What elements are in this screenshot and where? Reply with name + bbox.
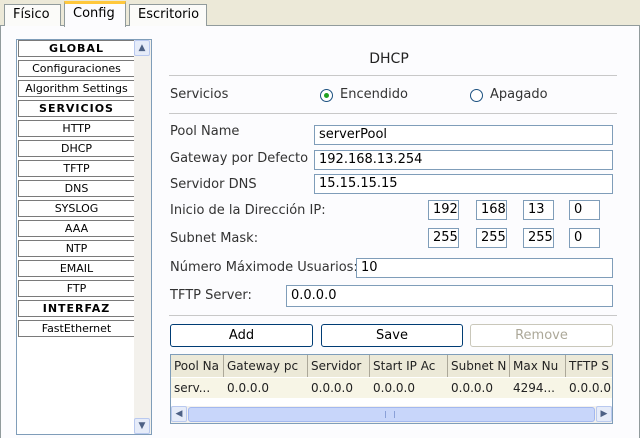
nav-item-aaa[interactable]: AAA [18,220,135,237]
nav-item-fastethernet[interactable]: FastEthernet [18,320,135,337]
column-header-gateway[interactable]: Gateway pc [224,355,308,377]
table-row[interactable]: serv... 0.0.0.0 0.0.0.0 0.0.0.0 0.0.0.0 … [171,378,612,398]
remove-button[interactable]: Remove [470,324,613,347]
pool-name-input[interactable]: serverPool [314,125,613,145]
page-title: DHCP [369,51,409,67]
nav-item-email[interactable]: EMAIL [18,260,135,277]
nav-item-configuraciones[interactable]: Configuraciones [18,60,135,77]
tftp-server-input[interactable]: 0.0.0.0 [286,285,613,307]
tab-strip: Físico Config Escritorio [0,0,640,27]
start-ip-octet-1[interactable]: 192 [428,200,459,220]
start-ip-octet-3[interactable]: 13 [523,200,554,220]
save-button[interactable]: Save [321,324,463,347]
column-header-tftp[interactable]: TFTP S [566,355,612,377]
scroll-left-icon[interactable]: ◀ [171,406,187,422]
mask-octet-4[interactable]: 0 [569,228,600,248]
nav-vertical-scrollbar[interactable]: ▲ ▼ [134,40,151,434]
add-button[interactable]: Add [170,324,313,347]
tab-fisico[interactable]: Físico [4,4,61,26]
radio-apagado-label[interactable]: Apagado [490,87,548,102]
table-header: Pool Na Gateway pc Servidor Start IP Ac … [171,355,612,377]
table-cell: 0.0.0.0 [311,381,353,395]
nav-item-ftp[interactable]: FTP [18,280,135,297]
nav-item-ntp[interactable]: NTP [18,240,135,257]
table-cell: 0.0.0.0 [451,381,493,395]
column-header-servidor[interactable]: Servidor [308,355,370,377]
start-ip-octet-4[interactable]: 0 [569,200,600,220]
nav-item-dns[interactable]: DNS [18,180,135,197]
column-header-max-users[interactable]: Max Nu [510,355,566,377]
max-users-input[interactable]: 10 [356,258,613,278]
nav-item-http[interactable]: HTTP [18,120,135,137]
mask-octet-1[interactable]: 255 [428,228,459,248]
radio-apagado[interactable] [470,89,483,102]
nav-header-servicios: SERVICIOS [18,100,135,117]
grip-icon [385,411,395,418]
nav-header-global: GLOBAL [18,40,135,57]
tftp-server-label: TFTP Server: [170,288,252,303]
pool-name-label: Pool Name [170,124,240,139]
nav-item-dhcp[interactable]: DHCP [18,140,135,157]
gateway-label: Gateway por Defecto [170,151,309,166]
divider [169,75,617,76]
nav-item-tftp[interactable]: TFTP [18,160,135,177]
radio-selected-dot [324,93,329,98]
table-horizontal-scrollbar[interactable]: ◀ ▶ [171,406,612,423]
nav-item-syslog[interactable]: SYSLOG [18,200,135,217]
table-cell: 0.0.0.0 [569,381,611,395]
divider [169,315,617,316]
table-cell: 0.0.0.0 [373,381,415,395]
table-cell: serv... [174,381,211,395]
dhcp-pool-table: Pool Na Gateway pc Servidor Start IP Ac … [170,354,613,424]
radio-encendido[interactable] [320,89,333,102]
nav-header-interfaz: INTERFAZ [18,300,135,317]
dns-input[interactable]: 15.15.15.15 [314,174,613,194]
tab-label: Físico [13,7,50,22]
dns-label: Servidor DNS [170,177,257,192]
column-header-start-ip[interactable]: Start IP Ac [370,355,448,377]
gateway-input[interactable]: 192.168.13.254 [314,150,613,170]
start-ip-octet-2[interactable]: 168 [476,200,507,220]
radio-encendido-label[interactable]: Encendido [340,87,408,102]
scroll-right-icon[interactable]: ▶ [596,406,612,422]
services-label: Servicios [170,87,229,102]
scroll-thumb[interactable] [188,407,595,422]
tab-label: Config [73,6,115,21]
table-cell: 4294... [513,381,555,395]
subnet-mask-label: Subnet Mask: [170,231,259,246]
nav-item-algorithm-settings[interactable]: Algorithm Settings [18,80,135,97]
divider [169,113,617,114]
scroll-down-icon[interactable]: ▼ [134,418,150,434]
scroll-up-icon[interactable]: ▲ [134,40,150,56]
mask-octet-2[interactable]: 255 [476,228,507,248]
tab-escritorio[interactable]: Escritorio [129,4,207,26]
table-cell: 0.0.0.0 [227,381,269,395]
mask-octet-3[interactable]: 255 [523,228,554,248]
tab-label: Escritorio [138,7,200,22]
start-ip-label: Inicio de la Dirección IP: [170,203,326,218]
column-header-subnet[interactable]: Subnet N [448,355,510,377]
tab-config[interactable]: Config [64,1,126,27]
max-users-label: Número Máximode Usuarios: [170,260,358,275]
column-header-pool-name[interactable]: Pool Na [171,355,224,377]
config-nav-list: GLOBAL Configuraciones Algorithm Setting… [16,39,152,435]
